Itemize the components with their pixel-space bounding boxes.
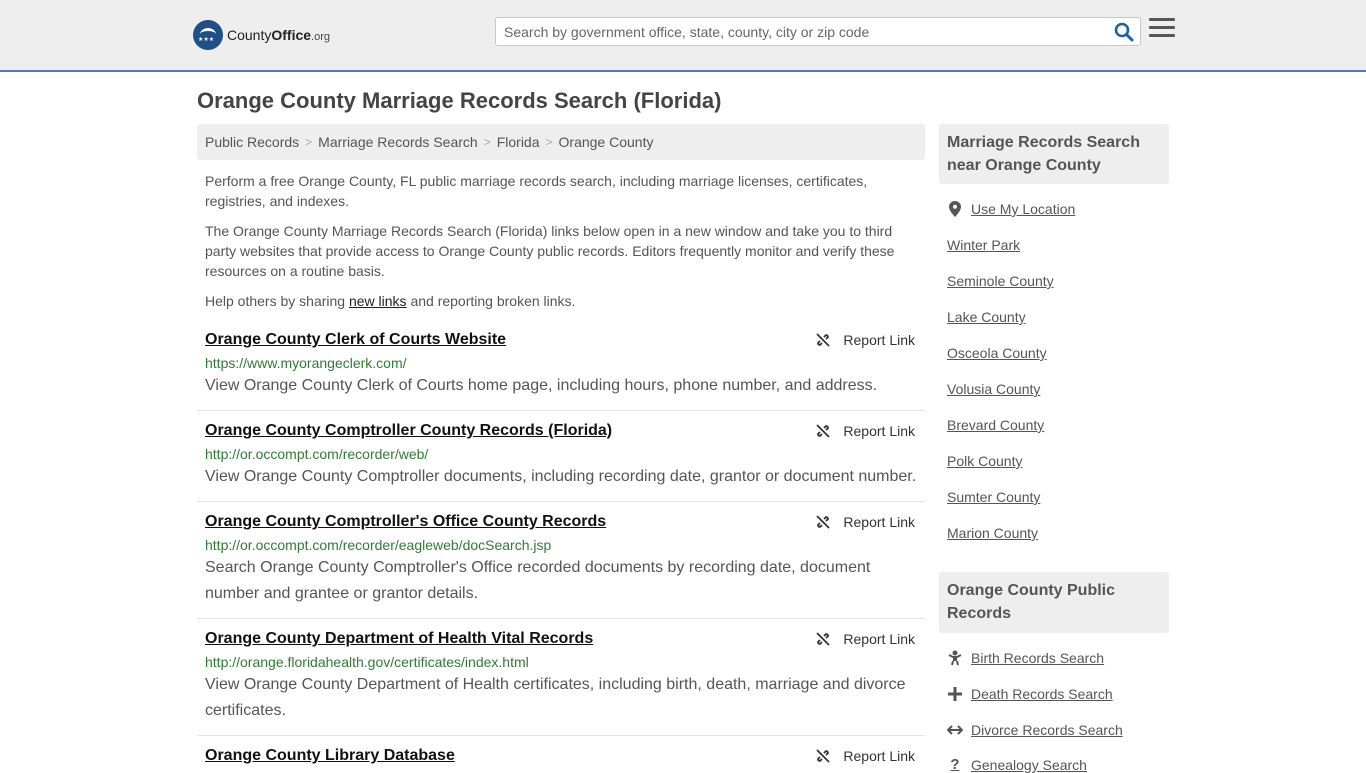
report-link-button[interactable]: Report Link [815,748,915,764]
menu-bar-icon [1149,34,1175,37]
nearby-link-sumter-county[interactable]: Sumter County [947,489,1040,505]
nearby-link-osceola-county[interactable]: Osceola County [947,345,1047,361]
nearby-link-polk-county[interactable]: Polk County [947,453,1022,469]
result-url[interactable]: https://www.myorangeclerk.com/ [205,354,917,372]
result-title-link[interactable]: Orange County Comptroller's Office Count… [205,512,917,532]
site-logo[interactable]: CountyOffice.org [193,20,330,50]
broken-link-icon [816,333,831,347]
map-marker-icon [947,201,963,217]
site-header: CountyOffice.org [0,0,1366,72]
report-link-label: Report Link [843,332,915,348]
birth-records-label: Birth Records Search [971,650,1105,666]
result-title-link[interactable]: Orange County Department of Health Vital… [205,629,917,649]
death-records-link[interactable]: Death Records Search [947,686,1113,702]
question-icon: ? [950,756,960,773]
report-link-button[interactable]: Report Link [815,423,915,439]
report-link-button[interactable]: Report Link [815,631,915,647]
intro-paragraph: The Orange County Marriage Records Searc… [205,223,895,279]
intro-paragraph: Perform a free Orange County, FL public … [205,173,868,209]
result-item: Orange County Comptroller County Records… [197,421,925,502]
nearby-link-marion-county[interactable]: Marion County [947,525,1038,541]
breadcrumb-marriage-records[interactable]: Marriage Records Search [318,134,478,150]
broken-link-icon [816,749,831,763]
baby-icon [947,650,963,666]
result-item: Orange County Library Database Report Li… [197,746,925,768]
result-item: Orange County Department of Health Vital… [197,629,925,736]
result-title-link[interactable]: Orange County Clerk of Courts Website [205,330,917,350]
broken-link-icon [816,632,831,646]
sidebar-public-records-title: Orange County Public Records [939,572,1169,633]
report-link-label: Report Link [843,748,915,764]
result-description: View Orange County Department of Health … [205,676,906,719]
menu-bar-icon [1149,18,1175,21]
report-link-label: Report Link [843,423,915,439]
search-icon [1114,22,1134,42]
report-link-label: Report Link [843,514,915,530]
nearby-link-winter-park[interactable]: Winter Park [947,237,1020,253]
logo-text: CountyOffice.org [227,27,331,43]
cross-icon [947,687,963,701]
result-url[interactable]: http://orange.floridahealth.gov/certific… [205,653,917,671]
arrows-icon [947,725,963,735]
divorce-records-label: Divorce Records Search [971,722,1123,738]
logo-seal-icon [193,20,223,50]
breadcrumb-separator: > [305,135,313,149]
intro-paragraph: Help others by sharing new links and rep… [205,293,576,309]
breadcrumb-separator: > [483,135,491,149]
nearby-link-volusia-county[interactable]: Volusia County [947,381,1040,397]
result-title-link[interactable]: Orange County Comptroller County Records… [205,421,917,441]
result-description: View Orange County Clerk of Courts home … [205,377,878,394]
result-description: View Orange County Comptroller documents… [205,468,917,485]
breadcrumb-public-records[interactable]: Public Records [205,134,299,150]
nearby-link-lake-county[interactable]: Lake County [947,309,1026,325]
broken-link-icon [816,515,831,529]
result-title-link[interactable]: Orange County Library Database [205,746,917,766]
result-url[interactable]: http://or.occompt.com/recorder/web/ [205,445,917,463]
search-button[interactable] [1114,22,1134,42]
broken-link-icon [816,424,831,438]
breadcrumb-florida[interactable]: Florida [497,134,540,150]
nearby-link-brevard-county[interactable]: Brevard County [947,417,1044,433]
result-item: Orange County Comptroller's Office Count… [197,512,925,619]
breadcrumb-orange-county[interactable]: Orange County [559,134,654,150]
page-title: Orange County Marriage Records Search (F… [197,88,722,113]
use-my-location-link[interactable]: Use My Location [947,201,1075,217]
result-description: Search Orange County Comptroller's Offic… [205,559,871,602]
use-my-location-label: Use My Location [971,201,1076,217]
breadcrumb: Public Records > Marriage Records Search… [197,124,925,160]
sidebar-nearby-title: Marriage Records Search near Orange Coun… [939,124,1169,184]
search-box [495,17,1141,46]
report-link-button[interactable]: Report Link [815,332,915,348]
genealogy-search-link[interactable]: ? Genealogy Search [947,756,1087,773]
report-link-label: Report Link [843,631,915,647]
genealogy-search-label: Genealogy Search [971,756,1087,773]
birth-records-link[interactable]: Birth Records Search [947,650,1104,666]
breadcrumb-separator: > [545,135,553,149]
hamburger-menu-button[interactable] [1149,18,1175,42]
nearby-link-seminole-county[interactable]: Seminole County [947,273,1054,289]
search-input[interactable] [496,18,1096,45]
divorce-records-link[interactable]: Divorce Records Search [947,722,1123,738]
new-links-link[interactable]: new links [349,293,407,309]
report-link-button[interactable]: Report Link [815,514,915,530]
intro-text: Perform a free Orange County, FL public … [205,171,915,321]
death-records-label: Death Records Search [971,686,1113,702]
menu-bar-icon [1149,26,1175,29]
result-item: Orange County Clerk of Courts Website ht… [197,330,925,411]
result-url[interactable]: http://or.occompt.com/recorder/eagleweb/… [205,536,917,554]
